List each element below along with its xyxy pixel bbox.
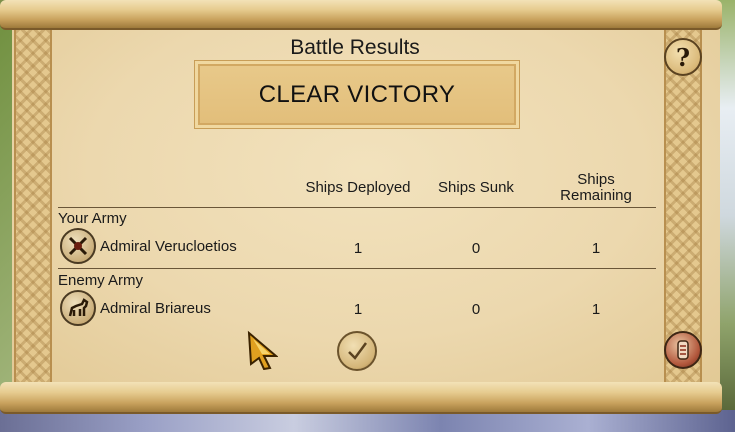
celtic-border-right	[664, 30, 702, 382]
enemy-admiral-name: Admiral Briareus	[100, 300, 211, 317]
your-admiral-name: Admiral Verucloetios	[100, 238, 237, 255]
help-button[interactable]: ?	[664, 38, 702, 76]
header-ships-deployed: Ships Deployed	[305, 179, 411, 196]
scroll-rod-bottom	[0, 382, 722, 414]
scroll-cycle-button[interactable]	[664, 331, 702, 369]
enemy-ships-deployed: 1	[353, 301, 363, 318]
your-ships-remaining: 1	[591, 240, 601, 257]
your-ships-sunk: 0	[471, 240, 481, 257]
question-mark-icon: ?	[675, 42, 691, 72]
outcome-text: CLEAR VICTORY	[258, 80, 456, 108]
header-ships-remaining: Ships Remaining	[548, 172, 644, 204]
your-army-label: Your Army	[58, 210, 127, 227]
scroll-cycle-icon	[677, 340, 689, 360]
header-remaining-line1: Ships	[577, 171, 615, 188]
scroll-rod-top	[0, 0, 722, 30]
header-ships-sunk: Ships Sunk	[438, 179, 514, 196]
crossed-weapons-icon	[60, 228, 96, 264]
celtic-border-left	[14, 30, 52, 382]
enemy-army-label: Enemy Army	[58, 272, 144, 289]
divider-middle	[58, 268, 656, 269]
divider-top	[58, 207, 656, 208]
checkmark-icon	[348, 342, 368, 360]
your-ships-deployed: 1	[353, 240, 363, 257]
outcome-banner: CLEAR VICTORY	[195, 61, 519, 128]
header-remaining-line2: Remaining	[560, 187, 632, 204]
confirm-button[interactable]	[337, 331, 377, 371]
pointer-arrow-icon	[246, 330, 279, 371]
dialog-title: Battle Results	[290, 36, 420, 59]
enemy-ships-sunk: 0	[471, 301, 481, 318]
enemy-ships-remaining: 1	[591, 301, 601, 318]
horse-icon	[60, 290, 96, 326]
